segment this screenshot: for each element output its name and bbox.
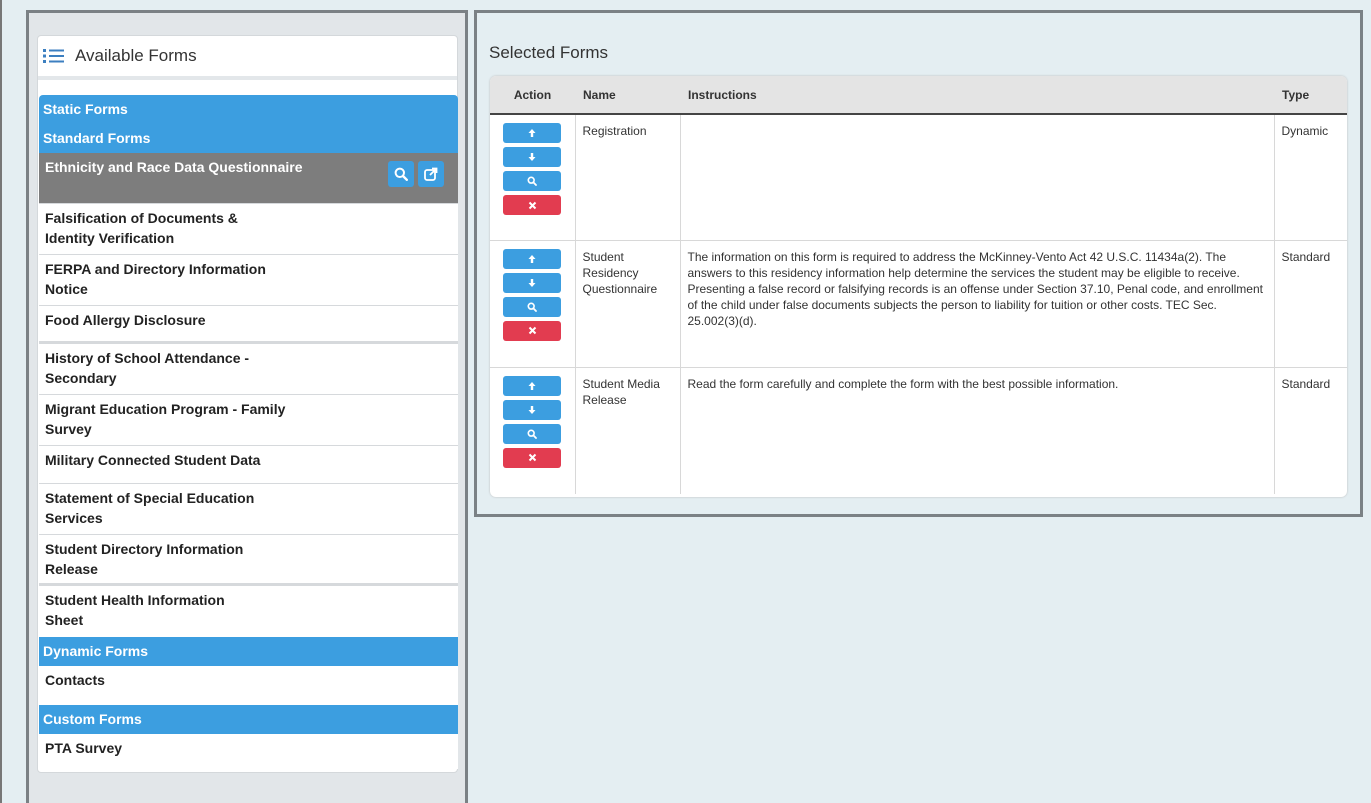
arrow-up-icon xyxy=(528,381,536,390)
search-icon xyxy=(394,167,408,181)
form-item-label: Statement of Special Education Services xyxy=(45,490,255,526)
list-icon xyxy=(43,49,64,63)
close-icon xyxy=(528,453,536,462)
available-forms-panel: Available Forms Static Forms Standard Fo… xyxy=(26,10,468,803)
form-item-food-allergy[interactable]: Food Allergy Disclosure xyxy=(39,306,458,344)
form-item-history-attendance[interactable]: History of School Attendance - Secondary xyxy=(39,344,458,395)
move-up-button[interactable] xyxy=(503,123,562,143)
table-row: Registration Dynamic xyxy=(490,114,1347,241)
category-static-forms[interactable]: Static Forms xyxy=(39,95,458,124)
available-forms-header: Available Forms xyxy=(38,36,457,80)
form-item-pta-survey[interactable]: PTA Survey xyxy=(39,734,458,769)
form-item-label: Ethnicity and Race Data Questionnaire xyxy=(45,159,303,175)
arrow-down-icon xyxy=(528,278,536,287)
page-left-border xyxy=(0,0,2,803)
close-icon xyxy=(528,326,536,335)
open-external-icon xyxy=(424,167,438,181)
remove-button[interactable] xyxy=(503,320,562,341)
row-actions xyxy=(490,114,576,241)
preview-button[interactable] xyxy=(503,171,562,191)
search-icon xyxy=(527,301,538,312)
move-up-button[interactable] xyxy=(503,375,562,396)
column-type: Type xyxy=(1274,76,1347,115)
close-icon xyxy=(528,201,536,209)
available-forms-card: Available Forms Static Forms Standard Fo… xyxy=(37,35,458,773)
row-type: Dynamic xyxy=(1274,114,1347,241)
column-name: Name xyxy=(575,76,680,115)
arrow-up-icon xyxy=(528,254,536,263)
add-form-button[interactable] xyxy=(418,161,444,187)
row-name: Registration xyxy=(575,114,681,241)
form-item-label: Military Connected Student Data xyxy=(45,452,261,468)
selected-forms-panel: Selected Forms Action Name Instructions … xyxy=(474,10,1363,517)
form-item-falsification[interactable]: Falsification of Documents & Identity Ve… xyxy=(39,204,458,255)
table-row: Student Media Release Read the form care… xyxy=(490,367,1347,494)
row-actions xyxy=(490,240,576,368)
table-header-row: Action Name Instructions Type xyxy=(490,76,1347,115)
remove-button[interactable] xyxy=(503,447,562,468)
form-item-label: Student Health Information Sheet xyxy=(45,592,225,628)
form-item-label: PTA Survey xyxy=(45,740,123,756)
arrow-up-icon xyxy=(528,129,536,137)
form-item-label: Student Directory Information Release xyxy=(45,541,244,577)
arrow-down-icon xyxy=(528,153,536,161)
preview-button[interactable] xyxy=(388,161,414,187)
category-custom-forms[interactable]: Custom Forms xyxy=(39,705,458,734)
forms-list: Static Forms Standard Forms Ethnicity an… xyxy=(39,95,458,769)
form-item-label: Contacts xyxy=(45,672,105,688)
column-instructions: Instructions xyxy=(680,76,1274,115)
selected-forms-table: Action Name Instructions Type Registrati… xyxy=(490,76,1347,497)
form-item-label: Food Allergy Disclosure xyxy=(45,312,206,328)
move-down-button[interactable] xyxy=(503,399,562,420)
form-item-label: History of School Attendance - Secondary xyxy=(45,350,250,386)
row-type: Standard xyxy=(1274,240,1347,368)
table-row: Student Residency Questionnaire The info… xyxy=(490,240,1347,368)
form-item-special-education[interactable]: Statement of Special Education Services xyxy=(39,484,458,535)
form-item-ethnicity-race[interactable]: Ethnicity and Race Data Questionnaire xyxy=(39,153,458,204)
search-icon xyxy=(527,176,538,186)
selected-forms-title: Selected Forms xyxy=(489,43,609,62)
move-down-button[interactable] xyxy=(503,147,562,167)
remove-button[interactable] xyxy=(503,195,562,215)
available-forms-title: Available Forms xyxy=(75,46,197,65)
form-item-migrant-education[interactable]: Migrant Education Program - Family Surve… xyxy=(39,395,458,446)
form-item-ferpa[interactable]: FERPA and Directory Information Notice xyxy=(39,255,458,306)
form-item-label: Migrant Education Program - Family Surve… xyxy=(45,401,286,437)
form-item-health-information[interactable]: Student Health Information Sheet xyxy=(39,586,458,637)
form-item-directory-release[interactable]: Student Directory Information Release xyxy=(39,535,458,586)
form-item-contacts[interactable]: Contacts xyxy=(39,666,458,705)
move-up-button[interactable] xyxy=(503,248,562,269)
search-icon xyxy=(527,428,538,439)
category-standard-forms[interactable]: Standard Forms xyxy=(39,124,458,153)
form-item-label: FERPA and Directory Information Notice xyxy=(45,261,266,297)
form-item-label: Falsification of Documents & Identity Ve… xyxy=(45,210,238,246)
row-instructions xyxy=(680,114,1275,241)
row-name: Student Residency Questionnaire xyxy=(575,240,681,368)
form-item-actions xyxy=(388,161,444,187)
row-instructions: Read the form carefully and complete the… xyxy=(680,367,1275,494)
preview-button[interactable] xyxy=(503,296,562,317)
arrow-down-icon xyxy=(528,405,536,414)
preview-button[interactable] xyxy=(503,423,562,444)
row-actions xyxy=(490,367,576,494)
form-item-military-connected[interactable]: Military Connected Student Data xyxy=(39,446,458,484)
column-action: Action xyxy=(490,76,575,115)
row-type: Standard xyxy=(1281,376,1331,391)
move-down-button[interactable] xyxy=(503,272,562,293)
row-name: Student Media Release xyxy=(575,367,681,494)
row-instructions: The information on this form is required… xyxy=(680,240,1275,368)
category-dynamic-forms[interactable]: Dynamic Forms xyxy=(39,637,458,666)
